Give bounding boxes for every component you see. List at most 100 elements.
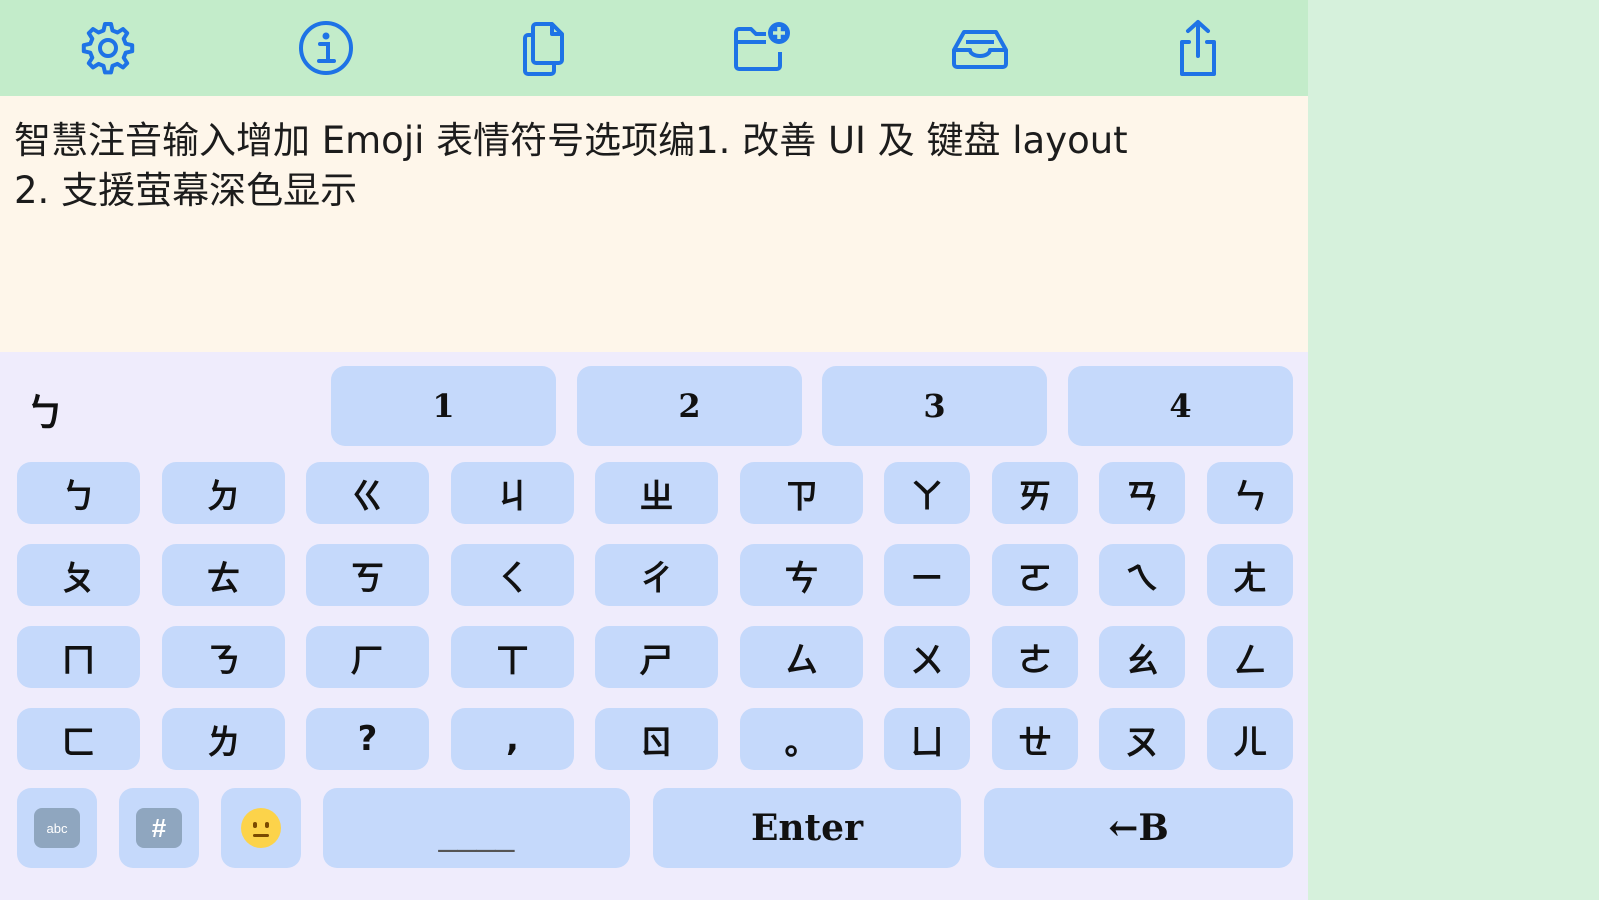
key-sh[interactable]: ㄕ [595,626,718,688]
key-r[interactable]: ㄖ [595,708,718,770]
key-label: ? [357,719,378,759]
zhuyin-keyboard: ㄅ 1 2 3 4 ㄅ ㄉ ㄍ ㄐ ㄓ ㄗ ㄚ ㄞ ㄢ ㄣ ㄆ ㄊ ㄎ ㄑ ㄔ … [0,352,1308,900]
key-question[interactable]: ? [306,708,429,770]
settings-button[interactable] [70,10,146,86]
space-key[interactable]: ____ [323,788,630,868]
key-p[interactable]: ㄆ [17,544,140,606]
key-label: ㄎ [350,558,385,599]
key-k[interactable]: ㄎ [306,544,429,606]
key-label: 。 [784,722,819,763]
key-ei[interactable]: ㄟ [1099,544,1185,606]
key-a[interactable]: ㄚ [884,462,970,524]
candidate-label: 3 [923,387,946,425]
key-ang[interactable]: ㄤ [1207,544,1293,606]
key-label: ㄋ [206,640,241,681]
key-h[interactable]: ㄏ [306,626,429,688]
key-x[interactable]: ㄒ [451,626,574,688]
key-label: ㄙ [784,640,819,681]
key-label: ㄛ [1018,558,1052,599]
emoji-icon: 🙂 [241,808,281,848]
key-o[interactable]: ㄛ [992,544,1078,606]
key-label: , [506,719,519,759]
key-label: ㄡ [1125,722,1159,763]
hash-icon: # [136,808,182,848]
key-label: ㄏ [350,640,385,681]
text-editor[interactable]: 智慧注音输入增加 Emoji 表情符号选项编1. 改善 UI 及 键盘 layo… [0,96,1308,352]
key-label: ㄞ [1018,476,1052,517]
share-button[interactable] [1160,10,1236,86]
composition-text: ㄅ [26,391,65,435]
key-eng[interactable]: ㄥ [1207,626,1293,688]
toolbar [0,0,1308,96]
key-q[interactable]: ㄑ [451,544,574,606]
space-label: ____ [438,814,515,853]
info-button[interactable] [288,10,364,86]
key-label: ㄈ [61,722,96,763]
key-ou[interactable]: ㄡ [1099,708,1185,770]
key-f[interactable]: ㄈ [17,708,140,770]
key-b[interactable]: ㄅ [17,462,140,524]
key-zh[interactable]: ㄓ [595,462,718,524]
key-d[interactable]: ㄉ [162,462,285,524]
key-c[interactable]: ㄘ [740,544,863,606]
key-label: ㄇ [61,640,96,681]
emoji-keyboard-button[interactable]: 🙂 [221,788,301,868]
key-e[interactable]: ㄜ [992,626,1078,688]
key-g[interactable]: ㄍ [306,462,429,524]
key-label: ㄗ [784,476,819,517]
editor-text: 智慧注音输入增加 Emoji 表情符号选项编1. 改善 UI 及 键盘 layo… [14,119,1128,212]
key-label: ㄓ [639,476,674,517]
key-ai[interactable]: ㄞ [992,462,1078,524]
candidate-label: 1 [432,387,455,425]
key-eh[interactable]: ㄝ [992,708,1078,770]
candidate-3[interactable]: 3 [822,366,1047,446]
key-n[interactable]: ㄋ [162,626,285,688]
abc-icon: abc [34,808,80,848]
abc-label: abc [46,820,68,836]
key-label: ㄕ [639,640,674,681]
key-label: ㄉ [206,476,241,517]
candidate-2[interactable]: 2 [577,366,802,446]
key-s[interactable]: ㄙ [740,626,863,688]
key-j[interactable]: ㄐ [451,462,574,524]
key-label: ㄍ [350,476,385,517]
new-folder-button[interactable] [724,10,800,86]
key-label: ㄊ [206,558,241,599]
key-label: ㄨ [910,640,944,681]
key-period[interactable]: 。 [740,708,863,770]
copy-icon [523,22,564,76]
key-m[interactable]: ㄇ [17,626,140,688]
key-label: ㄣ [1233,476,1267,517]
key-yu[interactable]: ㄩ [884,708,970,770]
candidate-4[interactable]: 4 [1068,366,1293,446]
key-ao[interactable]: ㄠ [1099,626,1185,688]
tray-icon [952,30,1008,69]
key-label: ㄧ [910,558,944,599]
key-comma[interactable]: , [451,708,574,770]
copy-button[interactable] [506,10,582,86]
backspace-key[interactable]: ←B [984,788,1293,868]
key-label: ㄘ [784,558,819,599]
key-ch[interactable]: ㄔ [595,544,718,606]
app-window: 智慧注音输入增加 Emoji 表情符号选项编1. 改善 UI 及 键盘 layo… [0,0,1308,900]
symbols-keyboard-button[interactable]: # [119,788,199,868]
key-an[interactable]: ㄢ [1099,462,1185,524]
key-l[interactable]: ㄌ [162,708,285,770]
key-label: ㄚ [910,476,944,517]
abc-keyboard-button[interactable]: abc [17,788,97,868]
key-u[interactable]: ㄨ [884,626,970,688]
key-label: ㄩ [910,722,944,763]
key-i[interactable]: ㄧ [884,544,970,606]
key-t[interactable]: ㄊ [162,544,285,606]
key-label: ㄌ [206,722,241,763]
key-label: ㄆ [61,558,96,599]
symbols-label: # [151,812,167,843]
key-z[interactable]: ㄗ [740,462,863,524]
key-en[interactable]: ㄣ [1207,462,1293,524]
candidate-1[interactable]: 1 [331,366,556,446]
folder-add-icon [734,22,790,71]
enter-key[interactable]: Enter [653,788,961,868]
inbox-button[interactable] [942,10,1018,86]
key-label: ㄠ [1125,640,1159,681]
key-er[interactable]: ㄦ [1207,708,1293,770]
